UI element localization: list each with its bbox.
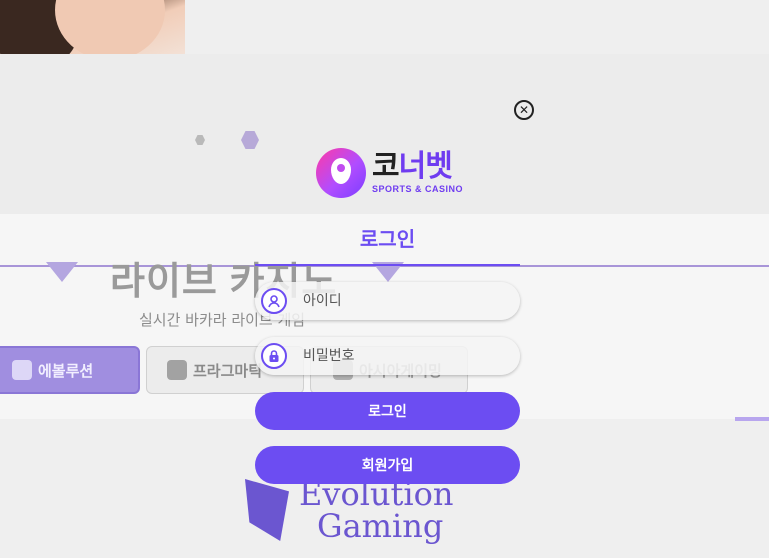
close-icon[interactable]: ✕ [514, 100, 534, 120]
logo-wordmark: 코너벳 SPORTS & CASINO [372, 149, 464, 195]
login-modal: ✕ 코너벳 SPORTS & CASINO 로그인 로그인 회원가입 [255, 95, 534, 490]
accent-strip [735, 417, 769, 421]
login-title: 로그인 [359, 227, 416, 251]
user-icon [261, 288, 287, 314]
evolution-logo-icon [12, 360, 32, 380]
title-underline [255, 264, 520, 266]
login-button[interactable]: 로그인 [255, 392, 520, 430]
dealer-face [55, 0, 165, 54]
provider-tab-evolution[interactable]: 에볼루션 [0, 346, 140, 394]
lock-icon [261, 343, 287, 369]
password-field[interactable] [255, 337, 520, 375]
username-field[interactable] [255, 282, 520, 320]
pragmatic-play-logo-icon [167, 360, 187, 380]
dealer-photo [0, 0, 185, 54]
provider-tab-label: 에볼루션 [38, 361, 94, 380]
provider-tab-label: 프라그마틱 [193, 361, 263, 380]
password-input[interactable] [301, 347, 505, 365]
location-pin-logo-icon [316, 148, 366, 198]
chevron-decoration-icon [46, 262, 78, 282]
signup-button[interactable]: 회원가입 [255, 446, 520, 484]
site-logo: 코너벳 SPORTS & CASINO [316, 148, 463, 198]
username-input[interactable] [301, 292, 505, 310]
logo-tagline: SPORTS & CASINO [372, 184, 464, 194]
